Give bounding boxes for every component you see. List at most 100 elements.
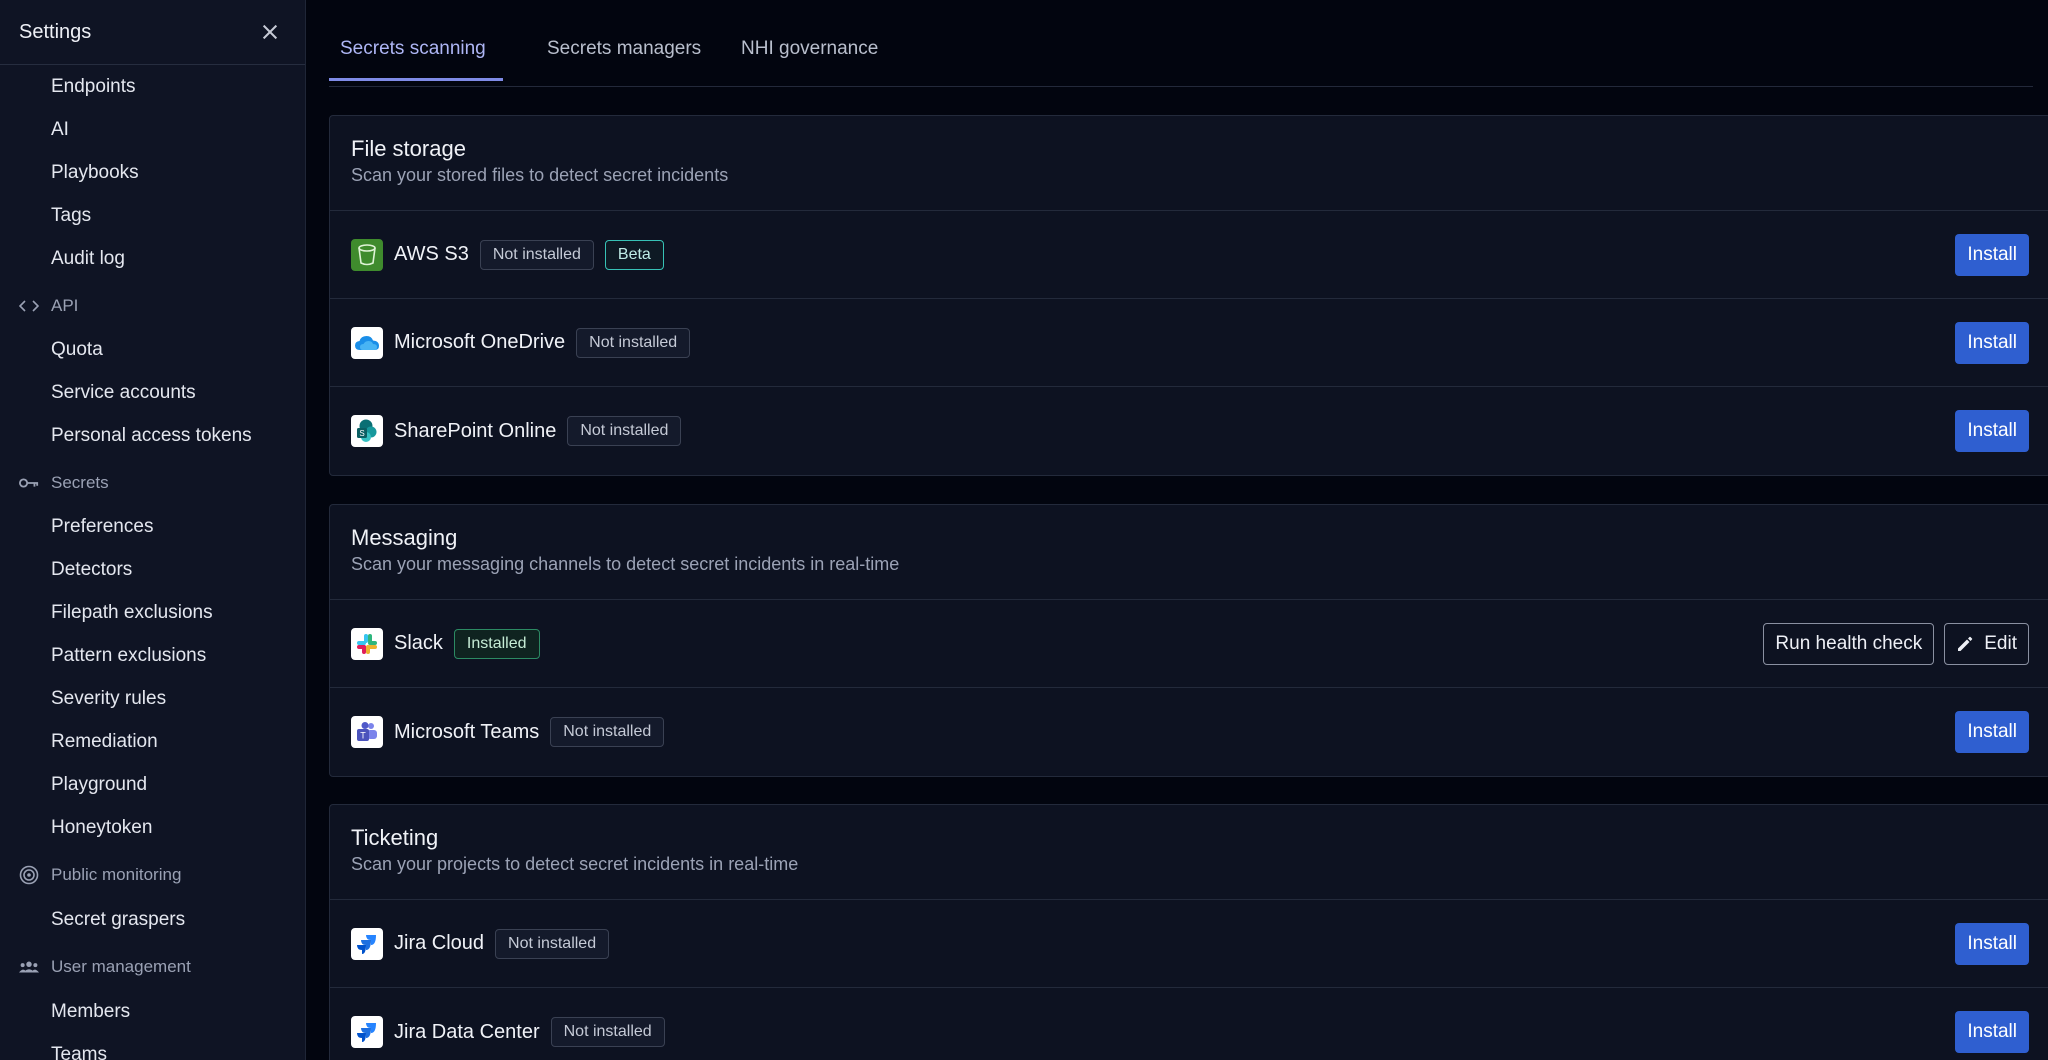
edit-button[interactable]: Edit — [1944, 623, 2029, 665]
status-badge: Not installed — [567, 416, 682, 446]
section-title: Ticketing — [351, 825, 439, 850]
status-badge: Not installed — [576, 327, 691, 358]
sidebar-item-secret-graspers[interactable]: Secret graspers — [51, 907, 185, 933]
close-icon[interactable] — [259, 21, 281, 43]
install-button[interactable]: Install — [1955, 322, 2029, 364]
sharepoint-icon: S — [351, 415, 383, 447]
section-header: Messaging Scan your messaging channels t… — [330, 505, 2048, 600]
section-header: File storage Scan your stored files to d… — [330, 116, 2048, 211]
status-badge: Not installed — [495, 928, 610, 959]
sidebar-item-teams[interactable]: Teams — [51, 1042, 107, 1060]
code-icon — [19, 296, 39, 316]
section-messaging: Messaging Scan your messaging channels t… — [329, 504, 2048, 777]
sidebar-item-quota[interactable]: Quota — [51, 337, 103, 363]
radar-icon — [19, 865, 39, 885]
sidebar-group-api: API — [19, 294, 78, 318]
pencil-icon — [1956, 635, 1974, 653]
sidebar-item-ai[interactable]: AI — [51, 117, 69, 143]
sidebar-item-audit-log[interactable]: Audit log — [51, 246, 125, 272]
sidebar-group-label: Secrets — [51, 473, 109, 492]
section-subtitle: Scan your messaging channels to detect s… — [351, 554, 900, 574]
tab-secrets-managers[interactable]: Secrets managers — [547, 36, 701, 62]
install-button[interactable]: Install — [1955, 234, 2029, 276]
section-subtitle: Scan your stored files to detect secret … — [351, 165, 729, 185]
sidebar-item-detectors[interactable]: Detectors — [51, 557, 132, 583]
status-badge: Not installed — [550, 1017, 665, 1047]
sidebar-group-label: Public monitoring — [51, 865, 182, 884]
edit-button-label: Edit — [1984, 633, 2017, 654]
section-title: File storage — [351, 136, 466, 161]
integration-name: Jira Cloud — [394, 932, 485, 954]
status-badge: Not installed — [479, 239, 594, 270]
jira-icon — [351, 927, 383, 960]
sidebar-item-playground[interactable]: Playground — [51, 772, 147, 798]
sidebar-item-preferences[interactable]: Preferences — [51, 514, 153, 540]
run-health-check-button[interactable]: Run health check — [1763, 623, 1935, 665]
integration-name: Jira Data Center — [394, 1020, 540, 1043]
tab-nhi-governance[interactable]: NHI governance — [741, 36, 878, 62]
install-button[interactable]: Install — [1955, 711, 2029, 753]
section-header: Ticketing Scan your projects to detect s… — [330, 805, 2048, 900]
sidebar-item-tags[interactable]: Tags — [51, 203, 91, 229]
svg-text:S: S — [359, 429, 364, 438]
integration-row-teams: T Microsoft Teams Not installed Install — [330, 688, 2048, 776]
row-actions: Install — [1955, 688, 2029, 776]
install-button[interactable]: Install — [1955, 923, 2029, 965]
slack-icon — [351, 627, 383, 660]
integration-row-slack: Slack Installed Run health check Edit — [330, 600, 2048, 688]
row-actions: Install — [1955, 387, 2029, 475]
section-title: Messaging — [351, 525, 458, 550]
key-icon — [19, 473, 39, 493]
integration-name: SharePoint Online — [394, 419, 557, 442]
main-content: Secrets scanning Secrets managers NHI go… — [307, 0, 2048, 1060]
sidebar-item-service-accounts[interactable]: Service accounts — [51, 380, 196, 406]
integration-row-jira-data-center: Jira Data Center Not installed Install — [330, 988, 2048, 1060]
aws-s3-icon — [351, 238, 383, 271]
row-actions: Install — [1955, 988, 2029, 1060]
sidebar-group-secrets: Secrets — [19, 471, 109, 495]
teams-icon: T — [351, 716, 383, 748]
section-subtitle: Scan your projects to detect secret inci… — [351, 854, 799, 874]
row-actions: Install — [1955, 900, 2029, 988]
install-button[interactable]: Install — [1955, 1011, 2029, 1053]
sidebar-header: Settings — [0, 0, 305, 65]
integration-name: AWS S3 — [394, 243, 469, 265]
status-badge: Installed — [453, 628, 540, 659]
integration-row-onedrive: Microsoft OneDrive Not installed Install — [330, 299, 2048, 387]
onedrive-icon — [351, 326, 383, 359]
sidebar-group-user-management: User management — [19, 955, 191, 979]
integration-row-sharepoint: S SharePoint Online Not installed Instal… — [330, 387, 2048, 475]
users-icon — [19, 957, 39, 977]
active-tab-indicator — [329, 78, 503, 81]
sidebar-item-playbooks[interactable]: Playbooks — [51, 160, 139, 186]
integration-name: Slack — [394, 632, 443, 654]
integration-name: Microsoft Teams — [394, 720, 540, 743]
sidebar-item-severity-rules[interactable]: Severity rules — [51, 686, 166, 712]
sidebar-item-endpoints[interactable]: Endpoints — [51, 74, 136, 100]
row-actions: Install — [1955, 211, 2029, 299]
sidebar-group-label: API — [51, 296, 79, 315]
svg-text:T: T — [360, 731, 366, 741]
row-actions: Install — [1955, 299, 2029, 387]
row-actions: Run health check Edit — [1763, 600, 2029, 688]
install-button[interactable]: Install — [1955, 410, 2029, 452]
tab-secrets-scanning[interactable]: Secrets scanning — [340, 36, 486, 62]
sidebar-item-filepath-exclusions[interactable]: Filepath exclusions — [51, 600, 213, 626]
beta-badge: Beta — [604, 239, 664, 270]
sidebar-item-personal-access-tokens[interactable]: Personal access tokens — [51, 423, 252, 449]
tab-bar: Secrets scanning Secrets managers NHI go… — [329, 0, 2033, 87]
sidebar-title: Settings — [19, 20, 92, 43]
integration-row-jira-cloud: Jira Cloud Not installed Install — [330, 900, 2048, 988]
jira-icon — [351, 1016, 383, 1048]
integration-name: Microsoft OneDrive — [394, 331, 566, 353]
integration-row-aws-s3: AWS S3 Not installed Beta Install — [330, 211, 2048, 299]
section-file-storage: File storage Scan your stored files to d… — [329, 115, 2048, 476]
sidebar-item-pattern-exclusions[interactable]: Pattern exclusions — [51, 643, 206, 669]
sidebar-item-members[interactable]: Members — [51, 999, 130, 1025]
settings-sidebar: Settings Endpoints AI Playbooks Tags Aud… — [0, 0, 306, 1060]
status-badge: Not installed — [550, 717, 665, 747]
sidebar-item-honeytoken[interactable]: Honeytoken — [51, 815, 152, 841]
sidebar-group-label: User management — [51, 957, 191, 976]
sidebar-item-remediation[interactable]: Remediation — [51, 729, 158, 755]
section-ticketing: Ticketing Scan your projects to detect s… — [329, 804, 2048, 1060]
